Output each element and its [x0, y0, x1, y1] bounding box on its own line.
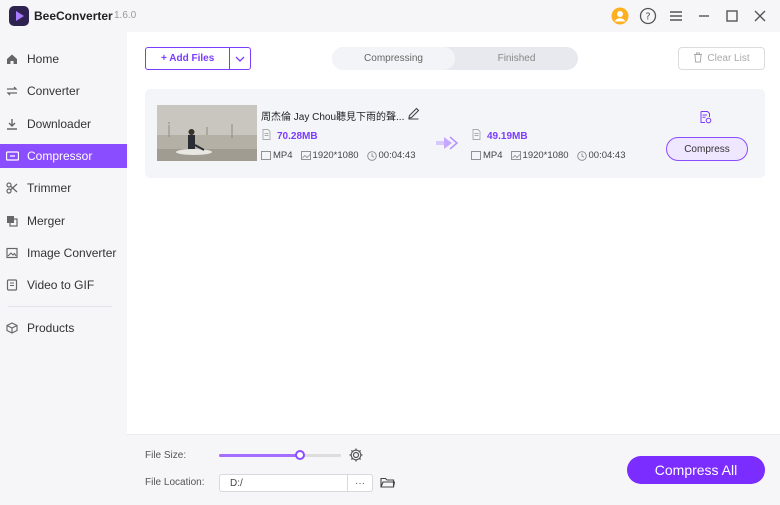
file-doc-icon	[472, 129, 481, 143]
app-version: 1.6.0	[114, 10, 137, 21]
resolution-icon	[300, 151, 311, 160]
clock-icon	[366, 150, 377, 161]
sidebar-item-compressor[interactable]: Compressor	[0, 144, 127, 168]
file-location-label: File Location:	[145, 477, 205, 488]
merge-icon	[5, 214, 19, 228]
arrow-right-icon	[434, 136, 459, 155]
add-files-button[interactable]: + Add Files	[145, 47, 251, 70]
trash-icon	[693, 52, 703, 66]
sidebar-item-home[interactable]: Home	[0, 47, 127, 71]
add-files-label[interactable]: + Add Files	[146, 48, 231, 69]
compressor-icon	[5, 149, 19, 163]
file-doc-icon	[262, 129, 271, 143]
sidebar-item-products[interactable]: Products	[0, 316, 127, 340]
sidebar-item-converter[interactable]: Converter	[0, 79, 127, 103]
format-icon	[261, 151, 271, 160]
sidebar-item-merger[interactable]: Merger	[0, 209, 127, 233]
svg-text:?: ?	[645, 12, 650, 23]
gif-icon	[5, 278, 19, 292]
tab-compressing[interactable]: Compressing	[332, 47, 455, 70]
video-thumbnail	[157, 105, 257, 161]
file-size-label: File Size:	[145, 450, 187, 461]
file-location-input[interactable]: D:/	[219, 474, 347, 492]
slider-fill	[219, 454, 300, 457]
folder-icon[interactable]	[380, 476, 396, 494]
home-icon	[5, 52, 19, 66]
browse-more-button[interactable]: ···	[347, 474, 373, 492]
converter-icon	[5, 84, 19, 98]
file-size-slider[interactable]	[219, 450, 341, 460]
sidebar-divider	[8, 306, 112, 307]
account-icon[interactable]	[610, 6, 630, 26]
file-item: 周杰倫 Jay Chou聽見下雨的聲... 70.28MB MP4 1920*1…	[145, 89, 765, 178]
bottom-bar: File Size: File Location: D:/ ··· Compre…	[127, 434, 780, 505]
slider-handle[interactable]	[294, 450, 305, 460]
title-bar: BeeConverter 1.6.0 ?	[0, 0, 780, 32]
gear-icon[interactable]	[348, 447, 364, 468]
output-meta: MP4 1920*1080 00:04:43	[471, 150, 630, 161]
sidebar-item-downloader[interactable]: Downloader	[0, 112, 127, 136]
app-logo-icon	[9, 6, 29, 26]
close-icon[interactable]	[750, 6, 770, 26]
compress-all-button[interactable]: Compress All	[627, 456, 765, 484]
image-icon	[5, 246, 19, 260]
source-size: 70.28MB	[262, 129, 318, 143]
resolution-icon	[510, 151, 521, 160]
sidebar-item-image-converter[interactable]: Image Converter	[0, 241, 127, 265]
box-icon	[5, 321, 19, 335]
source-meta: MP4 1920*1080 00:04:43	[261, 150, 420, 161]
compress-button[interactable]: Compress	[666, 137, 748, 161]
file-title: 周杰倫 Jay Chou聽見下雨的聲...	[261, 112, 405, 123]
download-icon	[5, 117, 19, 131]
scissors-icon	[5, 181, 19, 195]
sidebar: Home Converter Downloader Compressor Tri…	[0, 32, 127, 505]
edit-icon[interactable]	[407, 107, 420, 125]
main-panel: + Add Files Compressing Finished Clear L…	[127, 32, 780, 432]
clear-list-button[interactable]: Clear List	[678, 47, 765, 70]
minimize-icon[interactable]	[694, 6, 714, 26]
output-settings-icon[interactable]	[699, 111, 712, 129]
tab-finished[interactable]: Finished	[455, 47, 578, 70]
app-name: BeeConverter	[34, 9, 113, 23]
help-icon[interactable]: ?	[638, 6, 658, 26]
sidebar-item-video-to-gif[interactable]: Video to GIF	[0, 273, 127, 297]
menu-icon[interactable]	[666, 6, 686, 26]
output-size: 49.19MB	[472, 129, 528, 143]
clock-icon	[576, 150, 587, 161]
maximize-icon[interactable]	[722, 6, 742, 26]
status-tabs: Compressing Finished	[332, 47, 578, 70]
sidebar-item-trimmer[interactable]: Trimmer	[0, 176, 127, 200]
chevron-down-icon[interactable]	[230, 48, 250, 69]
format-icon	[471, 151, 481, 160]
